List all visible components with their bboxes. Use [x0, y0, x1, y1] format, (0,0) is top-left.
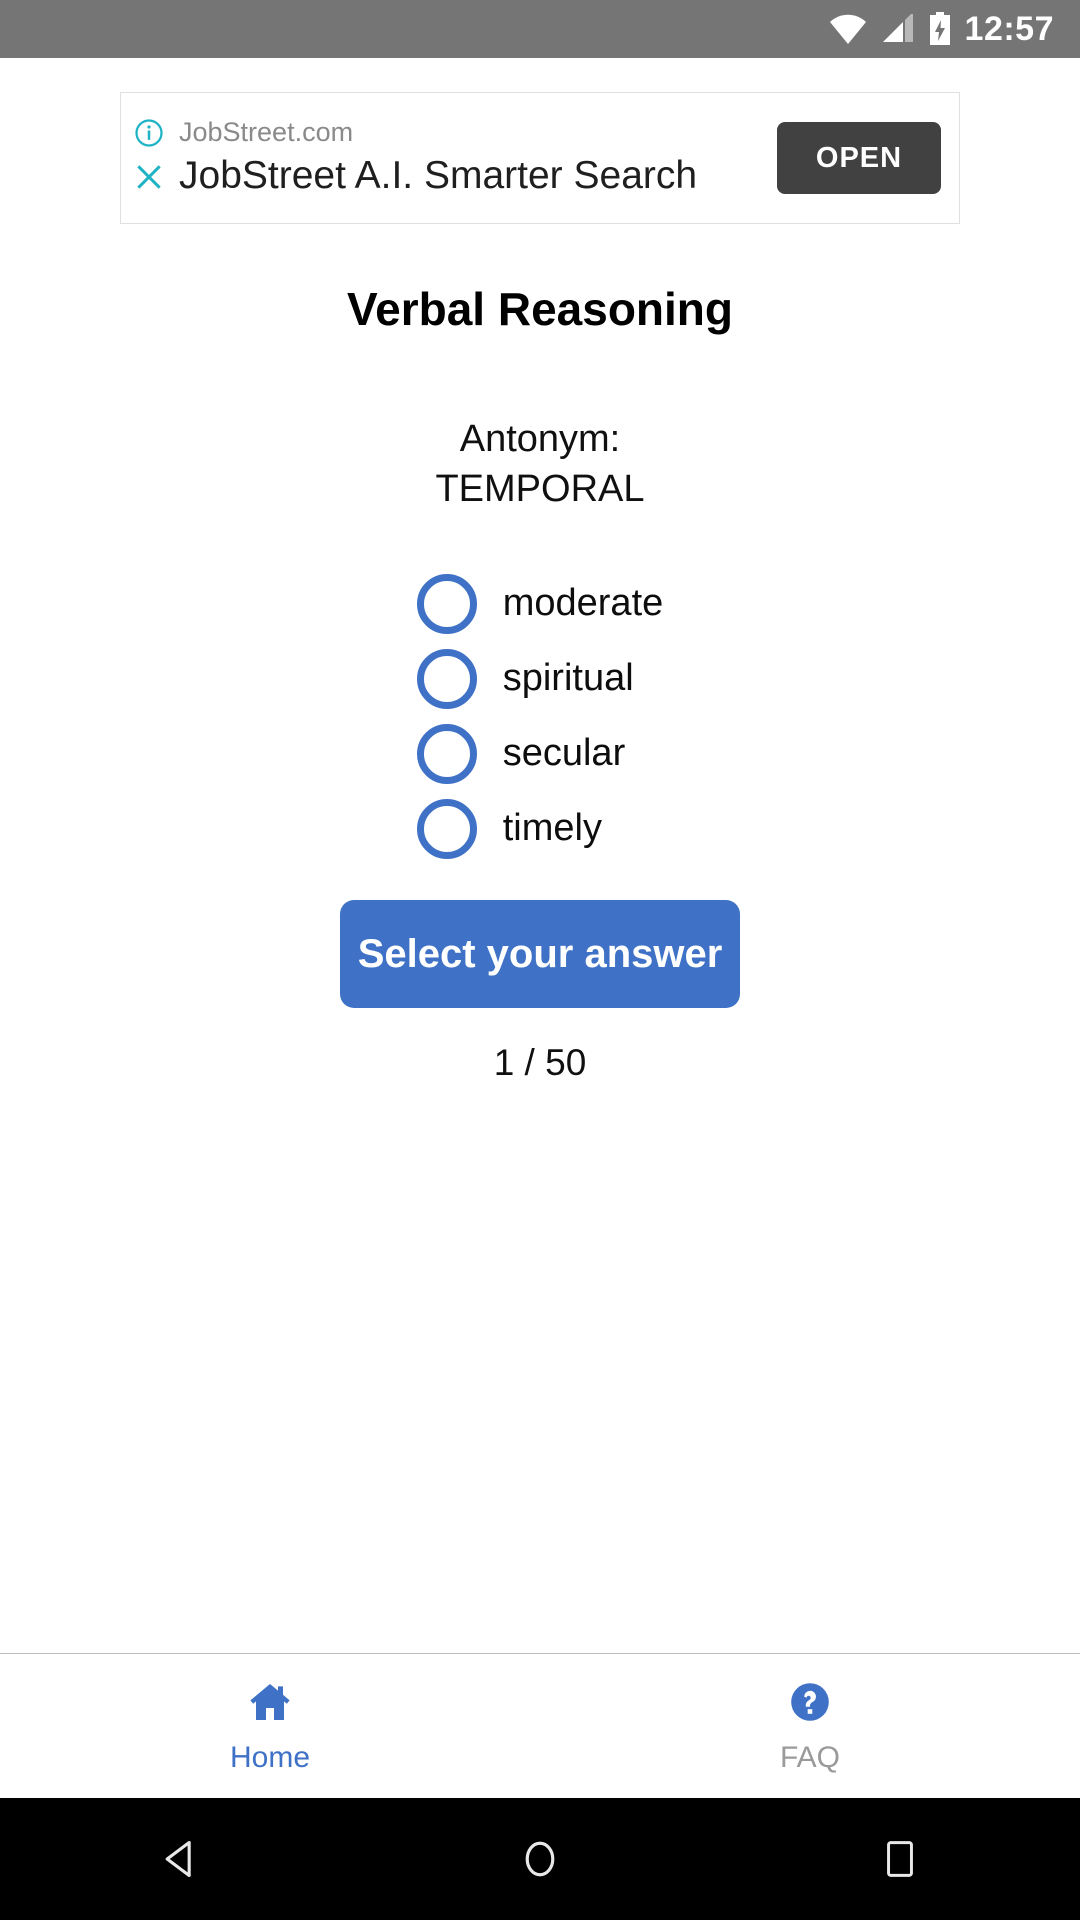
info-circle-icon[interactable]: [134, 118, 164, 153]
ad-text-block: JobStreet.com JobStreet A.I. Smarter Sea…: [179, 116, 777, 201]
tab-label-faq: FAQ: [779, 1740, 840, 1774]
status-bar-clock: 12:57: [964, 9, 1054, 48]
ad-banner-container: JobStreet.com JobStreet A.I. Smarter Sea…: [0, 58, 1080, 224]
ad-advertiser: JobStreet.com: [179, 116, 354, 147]
question-circle-icon: [783, 1678, 837, 1731]
option-timely[interactable]: timely: [416, 791, 602, 866]
android-nav-bar: [0, 1798, 1080, 1920]
tab-faq[interactable]: FAQ: [540, 1654, 1080, 1798]
page-title: Verbal Reasoning: [346, 283, 733, 335]
radio-button-icon[interactable]: [416, 798, 477, 859]
option-label: timely: [502, 807, 602, 850]
question-block: Antonym: TEMPORAL: [435, 414, 644, 514]
recents-icon[interactable]: [840, 1798, 960, 1920]
option-label: spiritual: [502, 657, 634, 700]
cell-signal-icon: [881, 14, 915, 44]
question-counter: 1 / 50: [493, 1042, 587, 1084]
battery-charging-icon: [929, 12, 951, 46]
submit-answer-button[interactable]: Select your answer: [340, 900, 740, 1009]
ad-banner[interactable]: JobStreet.com JobStreet A.I. Smarter Sea…: [120, 92, 960, 224]
radio-button-icon[interactable]: [416, 723, 477, 784]
radio-button-icon[interactable]: [416, 573, 477, 634]
question-prompt: Antonym:: [459, 418, 621, 460]
tab-label-home: Home: [229, 1740, 311, 1774]
status-bar: 12:57: [0, 0, 1080, 58]
option-moderate[interactable]: moderate: [416, 566, 664, 641]
question-word: TEMPORAL: [435, 468, 645, 511]
ad-open-button[interactable]: OPEN: [777, 122, 941, 194]
close-icon[interactable]: [133, 161, 165, 198]
home-icon: [243, 1678, 297, 1731]
app-screen: 12:57 JobStreet.com JobStreet A.I. Smart…: [0, 0, 1080, 1920]
home-circle-icon[interactable]: [480, 1798, 600, 1920]
ad-badges: [133, 118, 165, 198]
tab-home[interactable]: Home: [0, 1654, 540, 1798]
radio-button-icon[interactable]: [416, 648, 477, 709]
option-label: secular: [502, 732, 626, 775]
option-label: moderate: [502, 582, 664, 625]
back-icon[interactable]: [120, 1798, 240, 1920]
option-secular[interactable]: secular: [416, 716, 626, 791]
answer-options: moderate spiritual secular timely: [416, 566, 664, 866]
main-content: Verbal Reasoning Antonym: TEMPORAL moder…: [0, 224, 1080, 1653]
ad-headline: JobStreet A.I. Smarter Search: [179, 153, 698, 197]
option-spiritual[interactable]: spiritual: [416, 641, 634, 716]
wifi-icon: [829, 14, 867, 44]
bottom-tab-bar: Home FAQ: [0, 1653, 1080, 1798]
